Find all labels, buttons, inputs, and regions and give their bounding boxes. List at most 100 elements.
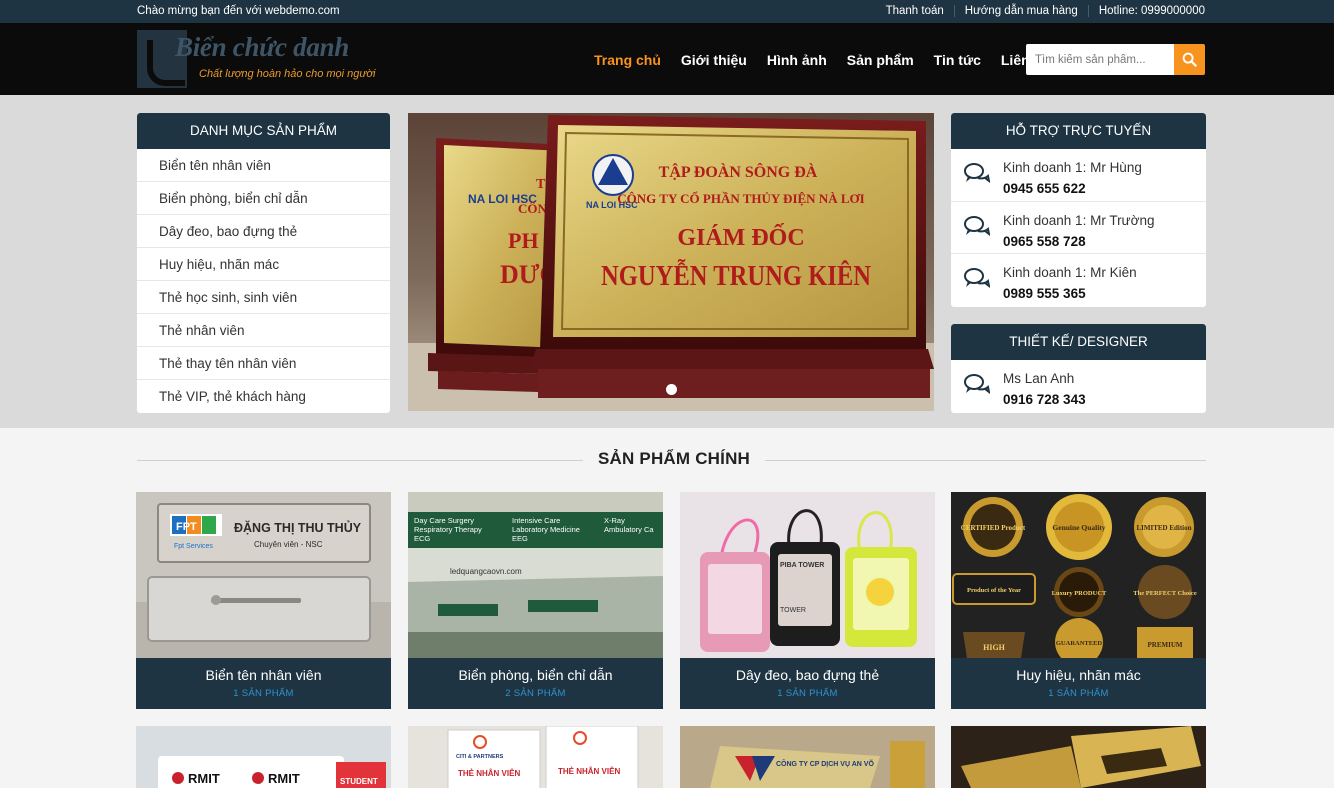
product-card[interactable]: CITI & PARTNERS THẺ NHÂN VIÊN THẺ NHÂN V… <box>408 726 663 788</box>
product-count: 1 SẢN PHẨM <box>777 688 838 699</box>
sign-text: Respiratory Therapy <box>414 525 482 534</box>
badge-text: GUARANTEED <box>1056 640 1103 647</box>
category-item[interactable]: Thẻ nhân viên <box>137 314 390 347</box>
hero-slider[interactable]: NA LOI HSC TẬ CÔNG T PH DƯƠ NA LOI HSC T… <box>408 113 934 411</box>
payment-link[interactable]: Thanh toán <box>876 5 954 17</box>
product-image: Day Care Surgery Respiratory Therapy ECG… <box>408 492 663 658</box>
category-item[interactable]: Biển phòng, biển chỉ dẫn <box>137 182 390 215</box>
search-icon <box>1182 52 1197 67</box>
product-card[interactable]: CÔNG TY CP DỊCH VỤ AN VÕ <box>680 726 935 788</box>
front-plaque-line1: TẬP ĐOÀN SÔNG ĐÀ <box>659 162 818 181</box>
category-item[interactable]: Thẻ thay tên nhân viên <box>137 347 390 380</box>
category-menu: DANH MỤC SẢN PHẨM Biển tên nhân viên Biể… <box>137 113 390 413</box>
sign-text: Laboratory Medicine <box>512 525 580 534</box>
product-card[interactable]: PIBA TOWER TOWER Dây đeo, bao đựng thẻ 1… <box>680 492 935 709</box>
product-name: Huy hiệu, nhãn mác <box>1016 667 1141 683</box>
category-item[interactable]: Huy hiệu, nhãn mác <box>137 248 390 281</box>
product-card[interactable]: RMIT RMIT STUDENT <box>136 726 391 788</box>
designer-title: THIẾT KẾ/ DESIGNER <box>951 324 1206 360</box>
nav-images[interactable]: Hình ảnh <box>767 52 827 68</box>
badge-text: Product of the Year <box>967 587 1021 594</box>
sign-text: Ambulatory Ca <box>604 525 654 534</box>
sign-text: Intensive Care <box>512 516 560 525</box>
hotline-link[interactable]: Hotline: 0999000000 <box>1087 5 1205 17</box>
top-bar: Chào mừng bạn đến với webdemo.com Thanh … <box>0 0 1334 23</box>
support-contact-name: Kinh doanh 1: Mr Hùng <box>1003 160 1142 175</box>
chat-icon <box>964 215 990 236</box>
nav-about[interactable]: Giới thiệu <box>681 52 747 68</box>
product-caption: Huy hiệu, nhãn mác 1 SẢN PHẨM <box>951 658 1206 709</box>
product-image: RMIT RMIT STUDENT <box>136 726 391 788</box>
product-image: CITI & PARTNERS THẺ NHÂN VIÊN THẺ NHÂN V… <box>408 726 663 788</box>
chat-icon <box>964 163 990 183</box>
main-nav: Trang chủ Giới thiệu Hình ảnh Sản phẩm T… <box>594 52 1070 68</box>
product-name: Biển phòng, biển chỉ dẫn <box>458 667 613 683</box>
nav-home[interactable]: Trang chủ <box>594 52 661 68</box>
badge-text: CERTIFIED Product <box>961 524 1026 532</box>
category-item[interactable]: Thẻ VIP, thẻ khách hàng <box>137 380 390 413</box>
badge-text: HIGH <box>983 643 1006 652</box>
sign-text: Day Care Surgery <box>414 516 474 525</box>
product-image <box>951 726 1206 788</box>
section-title: SẢN PHẨM CHÍNH <box>583 449 766 469</box>
product-count: 2 SẢN PHẨM <box>505 688 566 699</box>
search-box <box>1026 44 1205 75</box>
badge-text: The PERFECT Choice <box>1133 590 1197 597</box>
product-card[interactable]: Day Care Surgery Respiratory Therapy ECG… <box>408 492 663 709</box>
header: Biển chức danh Chất lượng hoàn hảo cho m… <box>0 23 1334 95</box>
sign-text: X-Ray <box>604 516 625 525</box>
welcome-text: Chào mừng bạn đến với webdemo.com <box>137 5 340 17</box>
designer-box: THIẾT KẾ/ DESIGNER Ms Lan Anh 0916 728 3… <box>951 324 1206 413</box>
category-menu-title: DANH MỤC SẢN PHẨM <box>137 113 390 149</box>
sign-text: ECG <box>414 534 430 543</box>
designer-contact-phone: 0916 728 343 <box>1003 392 1086 407</box>
front-plaque-line3: GIÁM ĐỐC <box>677 224 804 251</box>
nav-news[interactable]: Tin tức <box>934 52 981 68</box>
badge-text: Luxury PRODUCT <box>1052 590 1107 597</box>
designer-contact[interactable]: Ms Lan Anh 0916 728 343 <box>951 360 1206 413</box>
search-button[interactable] <box>1174 44 1205 75</box>
watermark-text: ledquangcaovn.com <box>450 567 522 576</box>
product-caption: Dây đeo, bao đựng thẻ 1 SẢN PHẨM <box>680 658 935 709</box>
category-item[interactable]: Biển tên nhân viên <box>137 149 390 182</box>
nav-products[interactable]: Sản phẩm <box>847 52 914 68</box>
product-card[interactable]: FPT Fpt Services ĐẶNG THỊ THU THỦY Chuyê… <box>136 492 391 709</box>
category-item[interactable]: Dây đeo, bao đựng thẻ <box>137 215 390 248</box>
card-text: RMIT <box>188 771 220 786</box>
nametag-role: Chuyên viên - NSC <box>254 540 323 549</box>
slider-dot[interactable] <box>666 384 677 395</box>
site-logo[interactable]: Biển chức danh Chất lượng hoàn hảo cho m… <box>137 30 375 88</box>
product-card[interactable]: CERTIFIED Product Genuine Quality LIMITE… <box>951 492 1206 709</box>
badge-text: LIMITED Edition <box>1136 524 1191 532</box>
online-support-title: HỖ TRỢ TRỰC TUYẾN <box>951 113 1206 149</box>
card-text: CÔNG TY CP DỊCH VỤ AN VÕ <box>776 759 874 768</box>
top-links: Thanh toán Hướng dẫn mua hàng Hotline: 0… <box>876 5 1205 17</box>
card-text: THẺ NHÂN VIÊN <box>558 767 620 776</box>
product-caption: Biển tên nhân viên 1 SẢN PHẨM <box>136 658 391 709</box>
product-image: CERTIFIED Product Genuine Quality LIMITE… <box>951 492 1206 658</box>
search-input[interactable] <box>1026 44 1174 75</box>
badge-text: PREMIUM <box>1148 641 1183 649</box>
product-card[interactable] <box>951 726 1206 788</box>
card-text: THẺ NHÂN VIÊN <box>458 769 520 778</box>
designer-contact-name: Ms Lan Anh <box>1003 371 1075 386</box>
badge-text: Genuine Quality <box>1052 523 1105 532</box>
buying-guide-link[interactable]: Hướng dẫn mua hàng <box>953 5 1088 17</box>
card-text: CITI & PARTNERS <box>456 754 504 760</box>
main-products-heading: SẢN PHẨM CHÍNH <box>137 449 1206 471</box>
support-contact-phone: 0989 555 365 <box>1003 286 1086 301</box>
support-contact[interactable]: Kinh doanh 1: Mr Trường 0965 558 728 <box>951 202 1206 254</box>
logo-slogan: Chất lượng hoàn hảo cho mọi người <box>199 68 376 80</box>
sign-text: EEG <box>512 534 528 543</box>
online-support-box: HỖ TRỢ TRỰC TUYẾN Kinh doanh 1: Mr Hùng … <box>951 113 1206 307</box>
support-contact[interactable]: Kinh doanh 1: Mr Hùng 0945 655 622 <box>951 149 1206 202</box>
category-item[interactable]: Thẻ học sinh, sinh viên <box>137 281 390 314</box>
chat-icon <box>964 268 990 288</box>
product-image: PIBA TOWER TOWER <box>680 492 935 658</box>
back-plaque-line3: PH <box>508 228 539 253</box>
support-contact-phone: 0945 655 622 <box>1003 181 1086 196</box>
product-name: Dây đeo, bao đựng thẻ <box>735 667 880 683</box>
product-name: Biển tên nhân viên <box>205 667 322 683</box>
chat-icon <box>964 374 990 394</box>
support-contact[interactable]: Kinh doanh 1: Mr Kiên 0989 555 365 <box>951 254 1206 307</box>
